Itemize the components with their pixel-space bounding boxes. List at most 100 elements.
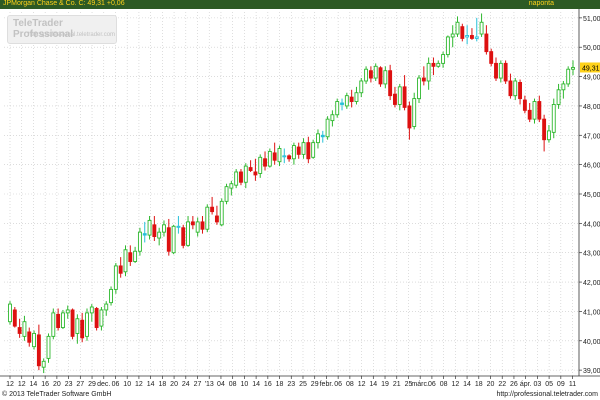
candle [17,318,22,338]
candle [157,227,162,246]
teletrader-watermark: TeleTrader Professional http://professio… [7,15,117,44]
candle [556,83,561,109]
candle [46,333,51,363]
candle-body [282,155,287,158]
x-tick-label: 27 [194,381,202,388]
candle-body [32,332,37,348]
candle-body [234,171,239,186]
candle-body [210,206,215,213]
candle [441,51,446,68]
x-tick-label: 16 [264,381,272,388]
candle-body [479,21,484,35]
candle-body [171,225,176,254]
x-tick-label: 06 [112,381,120,388]
candle-body [508,80,513,97]
candle-body [99,309,104,327]
x-tick-label: 04 [217,381,225,388]
candle [210,196,215,215]
candle-body [320,134,325,138]
candle [137,227,142,256]
candle [455,16,460,37]
x-tick-label: 14 [463,381,471,388]
candle [301,138,306,159]
candle-body [407,105,412,129]
candle [113,262,118,294]
candle [421,66,426,86]
candle-body [263,158,267,167]
candle [518,79,523,105]
candle [344,92,349,109]
candle-body [80,319,85,339]
candle-body [22,321,27,337]
candle [94,307,99,331]
candle-body [267,150,272,167]
candle-body [287,155,292,160]
candle [383,66,388,89]
candle-body [56,313,61,329]
x-tick-label: 18 [276,381,284,388]
candle-body [118,265,123,274]
candle-body [205,206,210,230]
candle-body [571,67,575,70]
candle-body [402,86,407,108]
candle-body [224,186,229,202]
y-tick-label: 44,00 [583,221,600,228]
candle [12,307,17,328]
candle [253,158,258,181]
candle-body [455,21,460,35]
candle [65,305,70,319]
candle-body [335,101,340,116]
candle [407,101,412,140]
period-label: napontа [528,0,554,7]
candle [128,245,133,266]
x-tick-label: 14 [30,381,38,388]
candle-body [27,331,32,343]
candle [60,309,65,330]
x-tick-label: 26 [510,381,518,388]
candle-body [133,250,138,262]
candle-body [325,118,330,138]
candle-body [89,306,94,314]
x-tick-label: 12 [135,381,143,388]
candle-body [113,265,118,290]
candle [41,358,46,374]
candle [349,89,354,108]
candle-body [566,68,571,85]
candle [186,216,190,247]
candle [133,246,138,263]
candle [503,60,508,84]
candle-body [123,249,128,273]
candle [571,60,575,76]
x-tick-label: 18 [158,381,166,388]
x-tick-label: 20 [53,381,61,388]
y-tick-label: 48,00 [583,104,600,111]
candle [27,327,32,347]
candle-body [431,62,436,67]
candle [546,125,551,143]
candle [393,86,397,108]
candle-body [147,219,152,236]
candle [234,169,239,189]
candle-body [157,231,162,239]
candle [109,286,113,306]
y-tick-label: 42,00 [583,280,600,287]
candle-body [176,225,181,228]
candle [484,25,489,55]
candle-body [373,65,378,79]
candle-body [301,142,306,155]
x-tick-label: 10 [240,381,248,388]
x-tick-label: 12 [451,381,459,388]
candle-body [214,215,219,223]
candle-body [142,233,147,236]
candle-body [243,165,248,183]
candle [474,17,479,42]
x-tick-label: 23 [287,381,295,388]
candle-body [441,54,446,64]
candle [282,148,287,164]
candle [431,57,436,76]
y-tick-label: 40,00 [583,339,600,346]
candle [296,142,301,159]
candle-body [460,26,465,39]
candle [335,98,340,118]
candle [445,35,450,58]
